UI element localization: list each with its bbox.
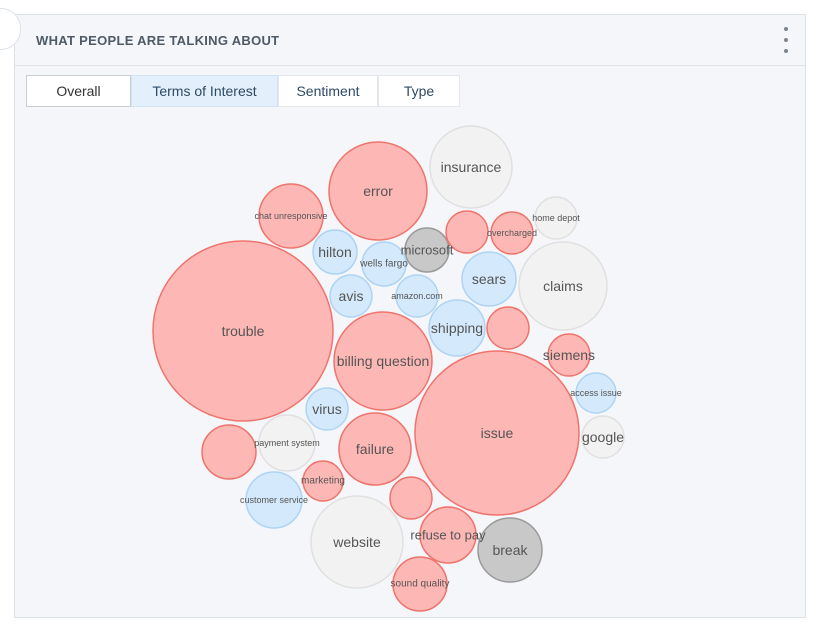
bubble-circle[interactable] xyxy=(486,306,530,350)
bubble-label-break: break xyxy=(492,542,528,558)
bubble-label-customer-service: customer service xyxy=(240,495,308,505)
bubble-label-website: website xyxy=(332,534,381,550)
bubble-label-amazon-com: amazon.com xyxy=(391,291,443,301)
bubble-circle[interactable] xyxy=(201,424,257,480)
bubble-circle[interactable] xyxy=(389,476,433,520)
bubble-unlabeled-23[interactable] xyxy=(486,306,530,350)
bubble-label-access-issue: access issue xyxy=(570,388,622,398)
bubble-label-shipping: shipping xyxy=(431,320,483,336)
bubble-label-issue: issue xyxy=(481,425,514,441)
bubble-label-payment-system: payment system xyxy=(254,438,320,448)
bubble-label-google: google xyxy=(582,429,624,445)
bubble-label-chat-unresponsive: chat unresponsive xyxy=(254,211,327,221)
bubble-label-hilton: hilton xyxy=(318,244,351,260)
bubble-label-failure: failure xyxy=(356,441,394,457)
bubble-label-wells-fargo: wells fargo xyxy=(359,259,408,270)
bubble-label-billing-question: billing question xyxy=(337,353,430,369)
bubble-unlabeled-29[interactable] xyxy=(389,476,433,520)
bubble-label-overcharged: overcharged xyxy=(487,228,537,238)
bubble-label-home-depot: home depot xyxy=(532,213,580,223)
bubble-label-virus: virus xyxy=(312,401,342,417)
bubble-chart: trouble issue error billing question website… xyxy=(152,125,625,612)
bubble-label-microsoft: microsoft xyxy=(401,243,454,258)
bubble-unlabeled-16[interactable] xyxy=(201,424,257,480)
bubble-label-avis: avis xyxy=(339,288,364,304)
bubble-label-marketing: marketing xyxy=(301,476,345,487)
bubble-label-sound-quality: sound quality xyxy=(391,579,450,590)
bubble-label-claims: claims xyxy=(543,278,583,294)
bubble-label-trouble: trouble xyxy=(222,323,265,339)
bubble-label-sears: sears xyxy=(472,271,506,287)
bubble-label-insurance: insurance xyxy=(441,159,502,175)
bubble-label-error: error xyxy=(363,183,393,199)
bubble-label-refuse-to-pay: refuse to pay xyxy=(410,528,486,543)
bubble-label-siemens: siemens xyxy=(543,347,595,363)
